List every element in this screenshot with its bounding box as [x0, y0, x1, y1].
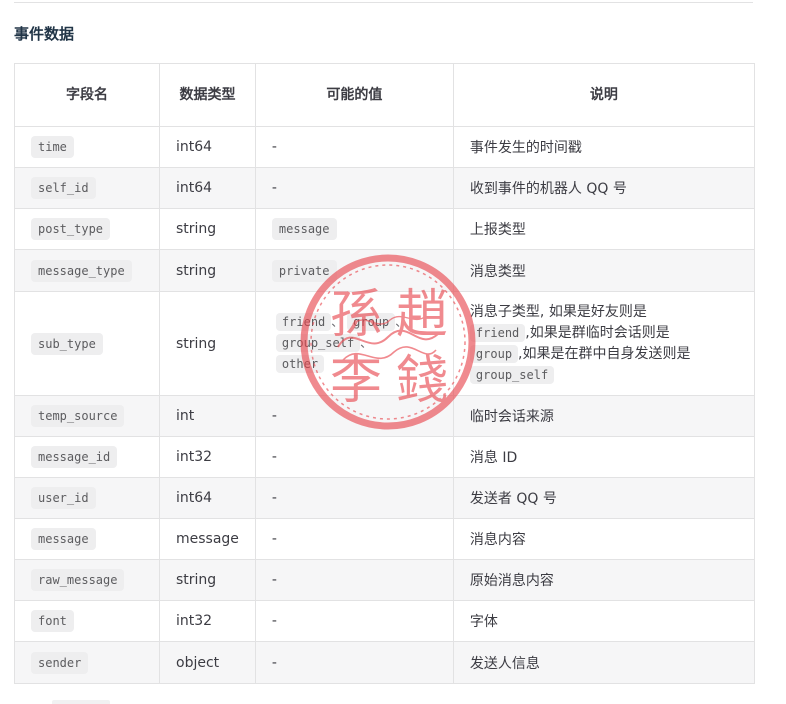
table-row: message_id int32 - 消息 ID	[14, 436, 755, 478]
desc-cell: 消息类型	[452, 249, 755, 292]
desc-text: 消息子类型, 如果是好友则是	[469, 303, 647, 320]
top-divider	[14, 2, 753, 3]
type-cell: string	[159, 249, 256, 292]
header-field-name: 字段名	[14, 63, 160, 127]
field-cell: sub_type	[14, 291, 160, 396]
field-cell: message	[14, 518, 160, 560]
type-cell: int	[159, 395, 256, 437]
field-code: time	[31, 136, 74, 158]
value-cell: -	[254, 436, 454, 478]
value-cell: -	[254, 600, 454, 642]
field-code: font	[31, 610, 74, 632]
field-cell: temp_source	[14, 395, 160, 437]
desc-cell: 发送者 QQ 号	[452, 477, 755, 519]
table-row: sender object - 发送人信息	[14, 641, 755, 684]
value-cell: friend、 group、 group_self、 other	[254, 291, 454, 396]
field-code: message	[31, 528, 96, 550]
value-cell: -	[254, 641, 454, 684]
table-row: user_id int64 - 发送者 QQ 号	[14, 477, 755, 519]
table-row: message_type string private 消息类型	[14, 249, 755, 292]
value-cell: -	[254, 518, 454, 560]
header-data-type: 数据类型	[159, 63, 256, 127]
field-cell: time	[14, 126, 160, 168]
value-code: group_self	[275, 334, 361, 352]
field-code: message_type	[31, 259, 132, 282]
type-cell: message	[159, 518, 256, 560]
desc-text: ,如果是在群中自身发送则是	[518, 345, 691, 362]
field-cell: post_type	[14, 208, 160, 250]
value-cell: -	[254, 477, 454, 519]
desc-cell: 收到事件的机器人 QQ 号	[452, 167, 755, 209]
value-code: message	[271, 218, 337, 240]
field-code: self_id	[31, 177, 96, 199]
type-cell: object	[159, 641, 256, 684]
value-code: private	[271, 259, 337, 282]
value-cell: -	[254, 559, 454, 601]
event-data-table: 字段名 数据类型 可能的值 说明 time int64 - 事件发生的时间戳 s…	[14, 63, 755, 684]
desc-cell: 消息 ID	[452, 436, 755, 478]
type-cell: string	[159, 559, 256, 601]
field-code: sub_type	[31, 332, 103, 355]
field-cell: font	[14, 600, 160, 642]
desc-cell: 原始消息内容	[452, 559, 755, 601]
next-section-stub	[52, 700, 110, 704]
value-code: other	[275, 355, 325, 373]
field-code: user_id	[31, 487, 96, 509]
value-cell: private	[254, 249, 454, 292]
desc-cell: 上报类型	[452, 208, 755, 250]
table-row: message message - 消息内容	[14, 518, 755, 560]
field-cell: raw_message	[14, 559, 160, 601]
header-description: 说明	[452, 63, 755, 127]
field-cell: message_type	[14, 249, 160, 292]
type-cell: string	[159, 208, 256, 250]
field-code: temp_source	[31, 405, 125, 427]
table-header-row: 字段名 数据类型 可能的值 说明	[14, 63, 755, 127]
value-separator: 、	[331, 315, 344, 329]
table-row: font int32 - 字体	[14, 600, 755, 642]
table-row: sub_type string friend、 group、 group_sel…	[14, 291, 755, 396]
value-cell: -	[254, 395, 454, 437]
field-cell: message_id	[14, 436, 160, 478]
desc-code: friend	[469, 323, 526, 342]
desc-cell: 消息子类型, 如果是好友则是 friend ,如果是群临时会话则是 group ,如…	[452, 291, 755, 396]
table-row: post_type string message 上报类型	[14, 208, 755, 250]
desc-cell: 发送人信息	[452, 641, 755, 684]
type-cell: int32	[159, 600, 256, 642]
desc-cell: 字体	[452, 600, 755, 642]
type-cell: int64	[159, 167, 256, 209]
type-cell: int32	[159, 436, 256, 478]
value-separator: 、	[360, 336, 373, 350]
header-possible-values: 可能的值	[254, 63, 454, 127]
desc-cell: 消息内容	[452, 518, 755, 560]
table-row: temp_source int - 临时会话来源	[14, 395, 755, 437]
type-cell: string	[159, 291, 256, 396]
section-title: 事件数据	[14, 25, 75, 43]
desc-text: ,如果是群临时会话则是	[525, 324, 670, 341]
type-cell: int64	[159, 477, 256, 519]
value-code: group	[347, 313, 396, 331]
value-cell: -	[254, 126, 454, 168]
desc-cell: 事件发生的时间戳	[452, 126, 755, 168]
table-row: raw_message string - 原始消息内容	[14, 559, 755, 601]
field-cell: sender	[14, 641, 160, 684]
field-code: message_id	[31, 446, 118, 468]
field-code: raw_message	[31, 569, 125, 591]
desc-code: group	[469, 344, 519, 363]
value-cell: -	[254, 167, 454, 209]
field-code: post_type	[31, 218, 111, 240]
table-row: self_id int64 - 收到事件的机器人 QQ 号	[14, 167, 755, 209]
type-cell: int64	[159, 126, 256, 168]
value-separator: 、	[395, 315, 408, 329]
desc-code: group_self	[469, 365, 555, 384]
value-cell: message	[254, 208, 454, 250]
field-cell: user_id	[14, 477, 160, 519]
table-row: time int64 - 事件发生的时间戳	[14, 126, 755, 168]
field-code: sender	[31, 651, 89, 674]
value-code: friend	[275, 313, 332, 331]
desc-cell: 临时会话来源	[452, 395, 755, 437]
field-cell: self_id	[14, 167, 160, 209]
